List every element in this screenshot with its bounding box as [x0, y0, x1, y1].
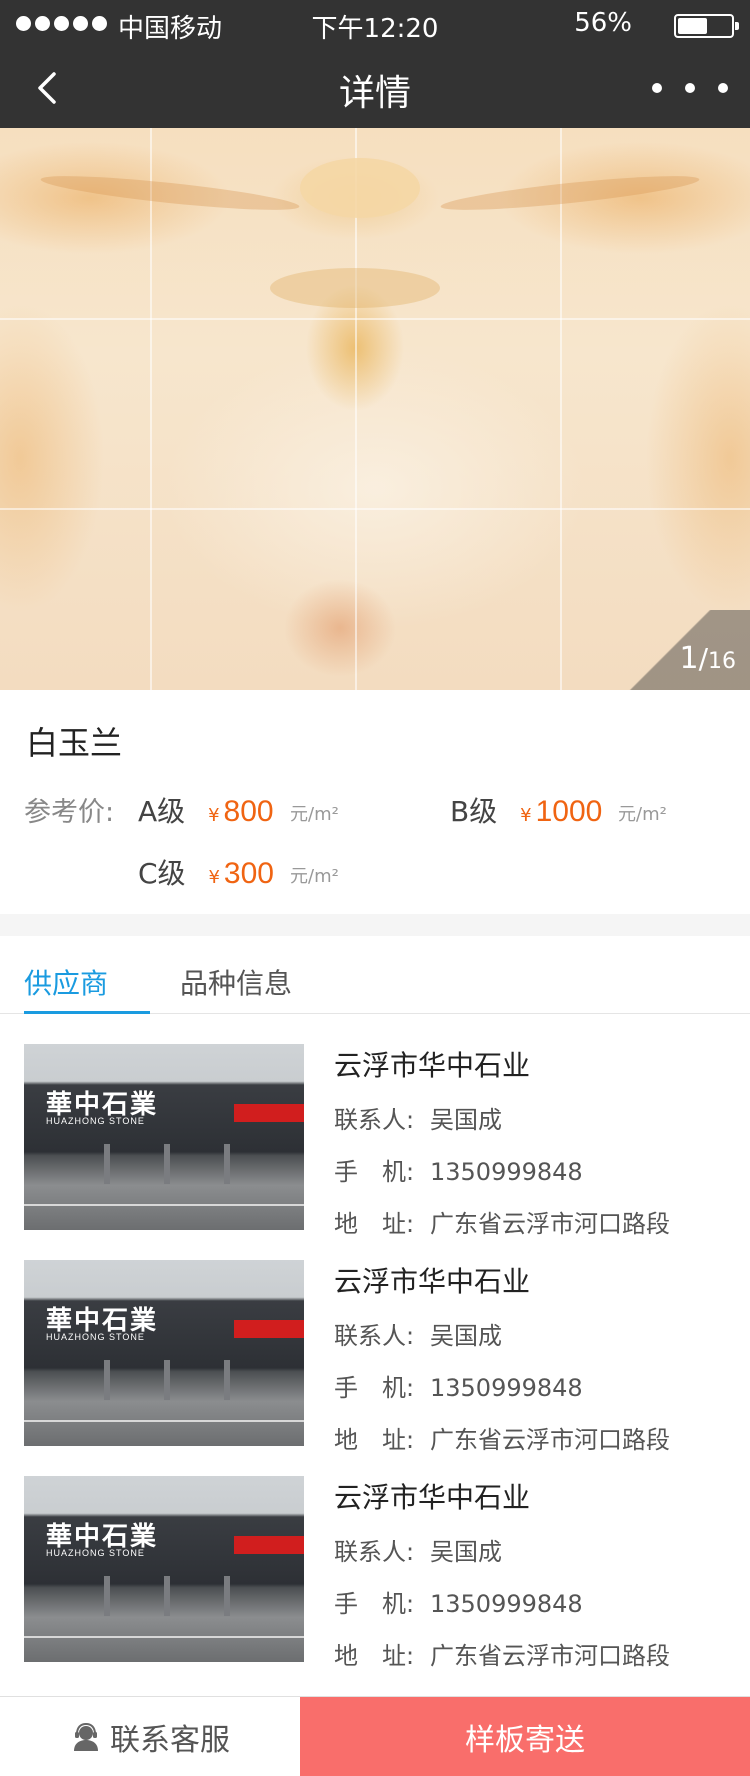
active-tab-indicator: [24, 1011, 150, 1014]
supplier-phone[interactable]: 手 机: 1350999848: [334, 1584, 583, 1619]
price-unit: 元/m²: [290, 866, 339, 887]
contact-service-label: 联系客服: [110, 1723, 230, 1758]
grade-price: 1000: [535, 795, 603, 828]
tab-bar: 供应商 品种信息: [0, 936, 750, 1014]
contact-label: 联系人:: [334, 1322, 415, 1350]
more-icon[interactable]: [652, 70, 728, 106]
grade-label: B级: [450, 795, 498, 828]
phone-label: 手 机:: [334, 1590, 415, 1618]
contact-value: 吴国成: [430, 1322, 502, 1350]
supplier-name: 云浮市华中石业: [334, 1481, 531, 1514]
contact-value: 吴国成: [430, 1106, 502, 1134]
phone-label: 手 机:: [334, 1374, 415, 1402]
image-counter: 1/16: [610, 610, 750, 690]
clock: 下午12:20: [311, 14, 439, 44]
price-grade-a: A级 ¥800: [138, 790, 274, 830]
yen-symbol: ¥: [208, 805, 220, 826]
yen-symbol: ¥: [208, 867, 220, 888]
supplier-phone[interactable]: 手 机: 1350999848: [334, 1152, 583, 1187]
status-bar: 中国移动 下午12:20 56%: [0, 0, 750, 48]
address-label: 地 址:: [334, 1642, 415, 1670]
storefront-sign-en: HUAZHONG STONE: [46, 1332, 145, 1342]
price-unit: 元/m²: [618, 804, 667, 825]
supplier-item[interactable]: 華中石業 HUAZHONG STONE 云浮市华中石业 联系人: 吴国成 手 机:…: [0, 1476, 750, 1676]
tab-suppliers[interactable]: 供应商: [24, 962, 108, 1002]
page-title: 详情: [338, 73, 411, 114]
phone-value: 1350999848: [430, 1590, 583, 1618]
supplier-contact: 联系人: 吴国成: [334, 1532, 502, 1567]
sample-delivery-button[interactable]: 样板寄送: [300, 1697, 750, 1776]
supplier-contact: 联系人: 吴国成: [334, 1316, 502, 1351]
price-grade-b: B级 ¥1000: [450, 790, 602, 830]
image-counter-total: 16: [708, 649, 736, 674]
detail-panel: 供应商 品种信息 華中石業 HUAZHONG STONE 云浮市华中石业 联系人…: [0, 936, 750, 1696]
grade-price: 800: [223, 795, 274, 828]
phone-value: 1350999848: [430, 1158, 583, 1186]
grade-label: A级: [138, 795, 186, 828]
supplier-photo: 華中石業 HUAZHONG STONE: [24, 1476, 304, 1662]
price-grade-c: C级 ¥300: [138, 852, 274, 892]
supplier-name: 云浮市华中石业: [334, 1265, 531, 1298]
address-value: 广东省云浮市河口路段: [430, 1426, 670, 1454]
grade-price: 300: [223, 857, 274, 890]
product-name: 白玉兰: [26, 724, 123, 762]
product-image-gallery[interactable]: 1/16: [0, 128, 750, 690]
battery-percent: 56%: [574, 8, 632, 38]
supplier-address: 地 址: 广东省云浮市河口路段: [334, 1420, 670, 1455]
phone-label: 手 机:: [334, 1158, 415, 1186]
battery-icon: [674, 14, 739, 38]
contact-service-button[interactable]: 联系客服: [0, 1697, 300, 1776]
storefront-sign-en: HUAZHONG STONE: [46, 1116, 145, 1126]
customer-service-icon: [74, 1722, 98, 1751]
supplier-contact: 联系人: 吴国成: [334, 1100, 502, 1135]
contact-value: 吴国成: [430, 1538, 502, 1566]
image-counter-current: 1: [679, 641, 699, 676]
supplier-item[interactable]: 華中石業 HUAZHONG STONE 云浮市华中石业 联系人: 吴国成 手 机:…: [0, 1044, 750, 1244]
nav-bar: 详情: [0, 48, 750, 128]
product-info: 白玉兰 参考价: A级 ¥800 元/m² B级 ¥1000 元/m² C级 ¥…: [0, 690, 750, 914]
supplier-item[interactable]: 華中石業 HUAZHONG STONE 云浮市华中石业 联系人: 吴国成 手 机:…: [0, 1260, 750, 1460]
price-label: 参考价:: [24, 797, 115, 828]
contact-label: 联系人:: [334, 1106, 415, 1134]
address-label: 地 址:: [334, 1426, 415, 1454]
address-label: 地 址:: [334, 1210, 415, 1238]
yen-symbol: ¥: [520, 805, 532, 826]
phone-value: 1350999848: [430, 1374, 583, 1402]
address-value: 广东省云浮市河口路段: [430, 1210, 670, 1238]
supplier-name: 云浮市华中石业: [334, 1049, 531, 1082]
contact-label: 联系人:: [334, 1538, 415, 1566]
bottom-action-bar: 联系客服 样板寄送: [0, 1696, 750, 1776]
supplier-photo: 華中石業 HUAZHONG STONE: [24, 1260, 304, 1446]
supplier-address: 地 址: 广东省云浮市河口路段: [334, 1636, 670, 1671]
tab-variety-info[interactable]: 品种信息: [180, 962, 292, 1002]
supplier-photo: 華中石業 HUAZHONG STONE: [24, 1044, 304, 1230]
supplier-phone[interactable]: 手 机: 1350999848: [334, 1368, 583, 1403]
grade-label: C级: [138, 857, 186, 890]
top-bar: 中国移动 下午12:20 56% 详情: [0, 0, 750, 128]
supplier-address: 地 址: 广东省云浮市河口路段: [334, 1204, 670, 1239]
address-value: 广东省云浮市河口路段: [430, 1642, 670, 1670]
price-unit: 元/m²: [290, 804, 339, 825]
storefront-sign-en: HUAZHONG STONE: [46, 1548, 145, 1558]
